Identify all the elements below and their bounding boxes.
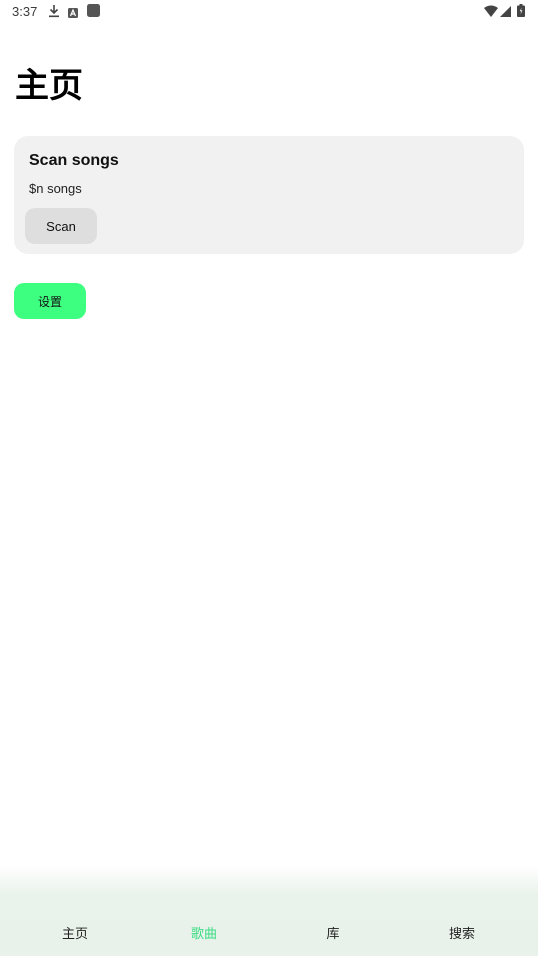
scan-card-title: Scan songs [29,152,119,169]
a-icon [68,6,78,18]
nav-item-library[interactable]: 库 [298,923,368,942]
settings-button[interactable]: 设置 [14,283,86,319]
scan-songs-card: Scan songs $n songs Scan [14,136,524,254]
signal-icon [500,5,511,17]
status-bar: 3:37 [0,0,538,22]
page-title: 主页 [15,66,83,106]
status-time: 3:37 [12,4,38,19]
nav-item-songs[interactable]: 歌曲 [169,923,239,942]
battery-icon [517,4,525,17]
nav-item-home[interactable]: 主页 [40,923,110,942]
wifi-icon [484,5,498,17]
scan-button[interactable]: Scan [25,208,97,244]
song-count-text: $n songs [29,181,82,196]
download-icon [48,4,60,18]
square-icon [87,4,100,17]
bottom-navigation: 主页 歌曲 库 搜索 [0,866,538,956]
nav-item-search[interactable]: 搜索 [427,923,497,942]
